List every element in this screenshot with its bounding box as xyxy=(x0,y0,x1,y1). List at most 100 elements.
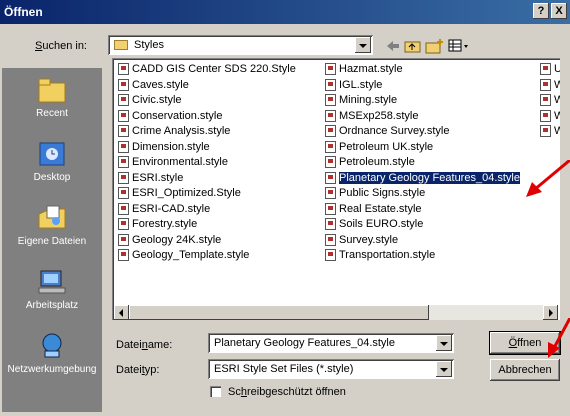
filename-field[interactable]: Planetary Geology Features_04.style xyxy=(208,333,454,353)
file-name: Public Signs.style xyxy=(339,187,426,199)
lookin-value: Styles xyxy=(134,39,164,51)
lookin-label-rest: uchen in: xyxy=(42,40,87,52)
filename-label: Dateiname: xyxy=(116,339,173,351)
readonly-label: Schreibgeschützt öffnen xyxy=(228,386,346,398)
scroll-thumb[interactable] xyxy=(129,305,429,320)
style-file-icon xyxy=(540,125,551,137)
file-name: Planetary Geology Features_04.style xyxy=(338,170,521,185)
filetype-label: Dateityp: xyxy=(116,364,160,376)
file-item[interactable]: ESRI-CAD.style xyxy=(112,202,212,217)
style-file-icon xyxy=(118,202,129,215)
file-name: IGL.style xyxy=(339,78,383,91)
file-item[interactable]: Environmental.style xyxy=(112,155,230,170)
file-item[interactable]: ESRI.style xyxy=(112,171,185,186)
place-label-recent: Recent xyxy=(36,108,68,119)
style-file-icon xyxy=(118,94,129,106)
file-name: ESRI-CAD.style xyxy=(132,202,211,215)
file-item[interactable]: Planetary Geology Features_04.style xyxy=(319,170,522,186)
up-folder-icon[interactable] xyxy=(404,38,422,57)
filetype-dropdown-button[interactable] xyxy=(436,361,452,377)
file-name: Ordnance Survey.style xyxy=(339,125,450,137)
scroll-right-button[interactable] xyxy=(543,305,558,320)
title-bar[interactable]: Öffnen ? X xyxy=(0,0,570,24)
style-file-icon xyxy=(325,171,336,184)
filetype-value: ESRI Style Set Files (*.style) xyxy=(214,363,354,375)
file-item[interactable]: Civic.style xyxy=(112,93,184,108)
file-item[interactable]: Crime Analysis.style xyxy=(112,124,232,139)
file-item[interactable]: Geology_Template.style xyxy=(112,248,251,263)
file-item[interactable]: Real Estate.style xyxy=(319,202,424,217)
file-item[interactable]: Soils EURO.style xyxy=(319,217,425,232)
scroll-left-button[interactable] xyxy=(114,305,129,320)
file-item[interactable]: MSExp258.style xyxy=(319,109,420,124)
style-file-icon xyxy=(325,140,336,153)
file-name: Caves.style xyxy=(132,78,189,91)
file-item[interactable]: Petroleum UK.style xyxy=(319,140,435,155)
help-button[interactable]: ? xyxy=(533,3,549,19)
lookin-combo[interactable]: Styles xyxy=(108,35,373,55)
file-item[interactable]: IGL.style xyxy=(319,78,384,93)
places-bar: Recent Desktop Eigene Dateien Arbeitspla… xyxy=(2,68,102,412)
file-item[interactable]: Forestry.style xyxy=(112,217,199,232)
file-name: Real Estate.style xyxy=(339,202,422,215)
file-item[interactable]: Transportation.style xyxy=(319,248,437,263)
back-icon[interactable] xyxy=(385,38,401,57)
view-menu-icon[interactable] xyxy=(448,38,470,57)
file-item[interactable]: Caves.style xyxy=(112,78,191,93)
file-item[interactable]: Ordnance Survey.style xyxy=(319,124,451,139)
file-item[interactable]: ESRI_Optimized.Style xyxy=(112,186,243,201)
style-file-icon xyxy=(325,78,336,91)
file-name: ESRI_Optimized.Style xyxy=(132,187,241,199)
file-item[interactable]: Public Signs.style xyxy=(319,186,427,201)
place-network[interactable]: Netzwerkumgebung xyxy=(2,332,102,375)
style-file-icon xyxy=(118,140,129,153)
new-folder-icon[interactable] xyxy=(425,38,445,57)
file-item[interactable]: Petroleum.style xyxy=(319,155,417,170)
file-item[interactable]: We xyxy=(534,109,560,124)
place-my-documents[interactable]: Eigene Dateien xyxy=(2,204,102,247)
file-item[interactable]: CADD GIS Center SDS 220.Style xyxy=(112,62,298,77)
place-label-my-documents: Eigene Dateien xyxy=(17,236,87,247)
place-my-computer[interactable]: Arbeitsplatz xyxy=(2,268,102,311)
dialog-title: Öffnen xyxy=(4,5,43,19)
folder-icon xyxy=(114,40,128,50)
style-file-icon xyxy=(325,202,336,215)
file-item[interactable]: Wa xyxy=(534,78,560,93)
style-file-icon xyxy=(118,156,129,168)
file-name: CADD GIS Center SDS 220.Style xyxy=(132,63,296,75)
filetype-select[interactable]: ESRI Style Set Files (*.style) xyxy=(208,359,454,379)
file-name: Crime Analysis.style xyxy=(132,125,231,137)
file-item[interactable]: Geology 24K.style xyxy=(112,233,223,248)
filename-dropdown-button[interactable] xyxy=(436,335,452,351)
horizontal-scrollbar[interactable] xyxy=(114,305,558,320)
place-recent[interactable]: Recent xyxy=(2,76,102,119)
style-file-icon xyxy=(325,63,336,75)
file-name: Dimension.style xyxy=(132,140,210,153)
file-item[interactable]: Conservation.style xyxy=(112,109,225,124)
close-button[interactable]: X xyxy=(551,3,567,19)
place-label-desktop: Desktop xyxy=(33,172,71,183)
readonly-checkbox[interactable] xyxy=(210,386,221,397)
open-dialog: Öffnen ? X Suchen in: Styles Recent Desk… xyxy=(0,0,570,416)
file-item[interactable]: Mining.style xyxy=(319,93,399,108)
file-name: Environmental.style xyxy=(132,156,228,168)
file-name: Wa xyxy=(554,78,560,91)
filename-value: Planetary Geology Features_04.style xyxy=(214,337,395,349)
cancel-button[interactable]: Abbrechen xyxy=(490,359,560,381)
my-documents-icon xyxy=(38,205,66,229)
lookin-dropdown-button[interactable] xyxy=(355,37,371,53)
open-button[interactable]: Öffnen xyxy=(489,331,561,355)
style-file-icon xyxy=(325,94,336,106)
file-list[interactable]: CADD GIS Center SDS 220.Style Caves.style… xyxy=(112,58,560,320)
file-item[interactable]: Win xyxy=(534,124,560,139)
file-item[interactable]: Dimension.style xyxy=(112,140,212,155)
place-desktop[interactable]: Desktop xyxy=(2,140,102,183)
file-item[interactable]: Survey.style xyxy=(319,233,400,248)
style-file-icon xyxy=(325,125,336,137)
file-item[interactable]: We xyxy=(534,93,560,108)
recent-icon xyxy=(38,78,66,103)
file-item[interactable]: Hazmat.style xyxy=(319,62,405,77)
file-item[interactable]: Util xyxy=(534,62,560,77)
file-name: Mining.style xyxy=(339,94,398,106)
style-file-icon xyxy=(118,249,129,261)
